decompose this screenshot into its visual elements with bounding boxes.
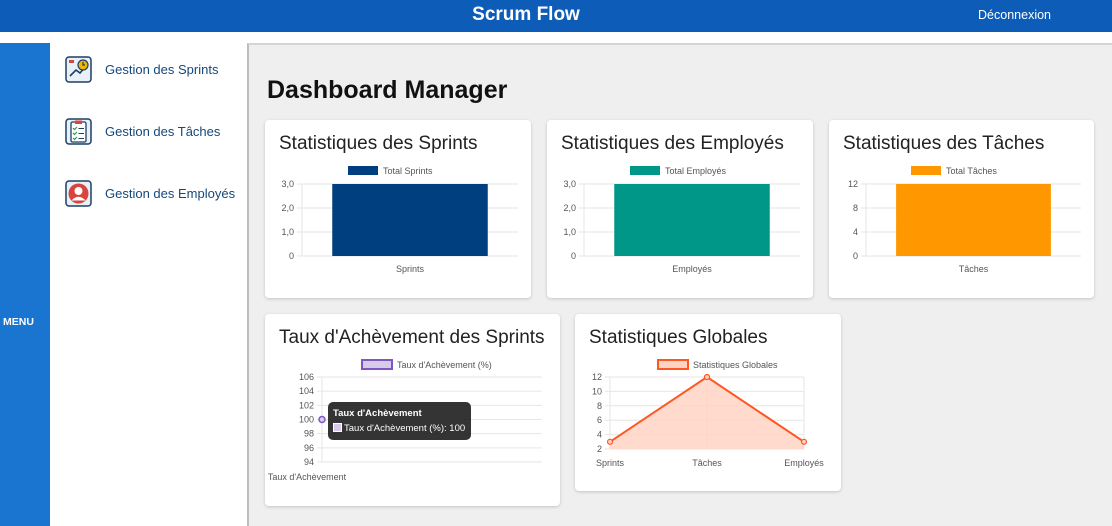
tooltip-swatch (333, 423, 342, 432)
app-title: Scrum Flow (472, 4, 580, 25)
x-tick-label: Tâches (959, 264, 989, 274)
area-fill (610, 377, 804, 449)
y-tick-label: 96 (304, 443, 314, 453)
y-tick-label: 1,0 (563, 227, 576, 237)
legend-label: Total Sprints (383, 166, 433, 176)
legend-label: Total Employés (665, 166, 727, 176)
y-tick-label: 100 (299, 415, 314, 425)
logout-link[interactable]: Déconnexion (978, 8, 1051, 22)
chart-tasks: Total Tâches 12 8 4 0 Tâches (848, 166, 1081, 274)
x-tick-label: Sprints (396, 264, 425, 274)
employee-avatar-icon (65, 179, 92, 207)
menu-toggle[interactable]: MENU (0, 43, 50, 526)
y-tick-label: 3,0 (281, 179, 294, 189)
legend-swatch (348, 166, 378, 175)
sidebar-item-label: Gestion des Tâches (105, 123, 221, 139)
menu-label: MENU (3, 316, 34, 328)
bar (896, 184, 1051, 256)
x-tick-label: Taux d'Achèvement (268, 472, 347, 482)
card-sprints: Statistiques des Sprints Total Sprints 3,… (265, 120, 531, 298)
y-tick-label: 98 (304, 429, 314, 439)
card-tasks: Statistiques des Tâches Total Tâches 12 8 4… (829, 120, 1094, 298)
legend-label: Total Tâches (946, 166, 997, 176)
x-tick-label: Employés (784, 458, 824, 468)
y-tick-label: 104 (299, 386, 314, 396)
y-tick-label: 4 (597, 430, 602, 440)
y-tick-label: 12 (848, 179, 858, 189)
sidebar-item-tasks[interactable]: Gestion des Tâches (65, 117, 220, 145)
y-tick-label: 8 (853, 203, 858, 213)
legend-swatch (630, 166, 660, 175)
y-tick-label: 12 (592, 372, 602, 382)
chart-global[interactable]: Statistiques Globales 12 10 8 6 4 2 Sprints Tâch… (575, 314, 841, 491)
y-tick-label: 8 (597, 401, 602, 411)
y-tick-label: 94 (304, 457, 314, 467)
sidebar-item-label: Gestion des Sprints (105, 61, 219, 77)
sidebar: Gestion des Sprints Gestion des Tâches G… (50, 43, 247, 526)
y-tick-label: 2,0 (563, 203, 576, 213)
x-tick-label: Tâches (692, 458, 722, 468)
y-tick-label: 0 (571, 251, 576, 261)
data-point (800, 438, 808, 445)
legend-swatch (911, 166, 941, 175)
main-content: Dashboard Manager Statistiques des Sprin… (247, 43, 1112, 526)
y-tick-label: 0 (289, 251, 294, 261)
y-tick-label: 2 (597, 444, 602, 454)
x-tick-label: Employés (672, 264, 712, 274)
chart-sprints: Total Sprints 3,0 2,0 1,0 0 Sprints (281, 166, 518, 274)
sidebar-item-sprints[interactable]: Gestion des Sprints (65, 55, 218, 83)
sidebar-item-label: Gestion des Employés (105, 185, 236, 201)
y-tick-label: 0 (853, 251, 858, 261)
card-completion: Taux d'Achèvement des Sprints Taux d'Ach… (265, 314, 560, 506)
legend-label: Taux d'Achèvement (%) (397, 360, 492, 370)
data-point (318, 415, 326, 424)
chart-tooltip: Taux d'Achèvement Taux d'Achèvement (%):… (328, 402, 472, 440)
sidebar-item-employees[interactable]: Gestion des Employés (65, 179, 235, 207)
tooltip-body: Taux d'Achèvement (%): 100 (344, 423, 466, 434)
legend-swatch (361, 359, 393, 370)
y-tick-label: 1,0 (281, 227, 294, 237)
bar (614, 184, 770, 256)
x-tick-label: Sprints (596, 458, 625, 468)
page-title: Dashboard Manager (267, 76, 508, 104)
data-point (606, 438, 614, 445)
y-tick-label: 2,0 (281, 203, 294, 213)
chart-employees: Total Employés 3,0 2,0 1,0 0 Employés (563, 166, 800, 274)
bar (332, 184, 488, 256)
y-tick-label: 6 (597, 415, 602, 425)
y-tick-label: 10 (592, 386, 602, 396)
y-tick-label: 3,0 (563, 179, 576, 189)
tooltip-title: Taux d'Achèvement (333, 408, 422, 419)
y-tick-label: 102 (299, 400, 314, 410)
sprint-clock-icon (65, 55, 92, 83)
legend-swatch (657, 359, 689, 370)
task-clipboard-icon (65, 117, 92, 145)
y-tick-label: 4 (853, 227, 858, 237)
card-employees: Statistiques des Employés Total Employés… (547, 120, 813, 298)
card-global: Statistiques Globales Statistiques Globa… (575, 314, 841, 491)
data-point (703, 373, 711, 381)
legend-label: Statistiques Globales (693, 360, 778, 370)
y-tick-label: 106 (299, 372, 314, 382)
top-bar: Scrum Flow Déconnexion (0, 0, 1112, 32)
